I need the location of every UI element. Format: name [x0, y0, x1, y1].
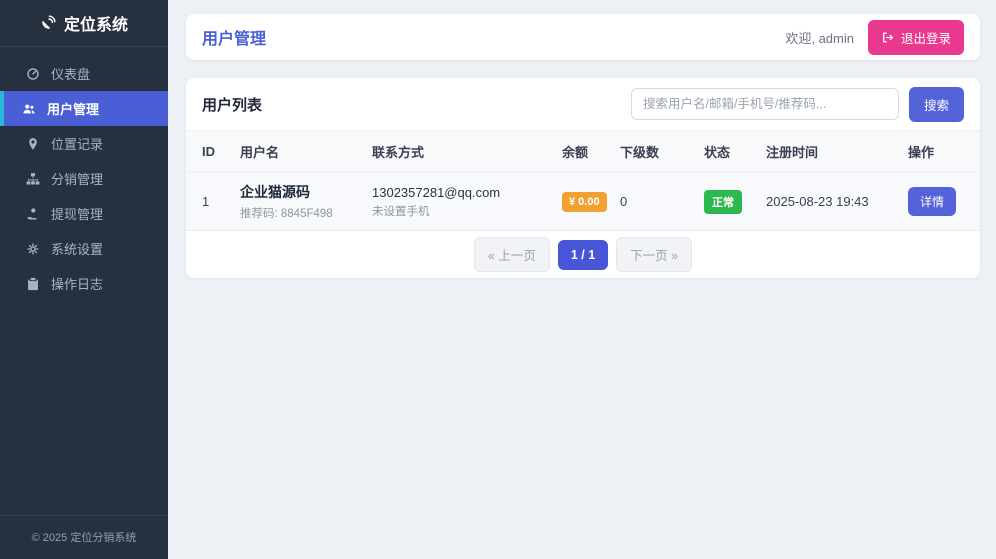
cell-username: 企业猫源码 推荐码: 8845F498: [240, 173, 372, 231]
username-text: 企业猫源码: [240, 184, 310, 200]
users-icon: [23, 104, 35, 113]
user-list-panel: 用户列表 搜索 ID 用户名 联系方式 余额 下级数 状态 注: [186, 78, 980, 278]
app-title: 定位系统: [63, 17, 128, 34]
cell-balance: ¥ 0.00: [562, 173, 620, 231]
prev-page-button[interactable]: « 上一页: [473, 237, 550, 272]
sidebar-item-label: 操作日志: [51, 277, 104, 292]
col-status: 状态: [704, 131, 766, 173]
cell-subordinates: 0: [620, 194, 628, 209]
cell-status: 正常: [704, 173, 766, 231]
sidebar-item-label: 系统设置: [51, 242, 104, 257]
col-contact: 联系方式: [372, 131, 562, 173]
page-title: 用户管理: [202, 31, 267, 48]
col-id: ID: [186, 131, 240, 173]
col-registered: 注册时间: [766, 131, 908, 173]
col-actions: 操作: [908, 131, 980, 173]
next-page-button[interactable]: 下一页 »: [616, 237, 693, 272]
col-subordinates: 下级数: [620, 131, 704, 173]
cell-id: 1: [202, 194, 210, 209]
pagination: « 上一页 1 / 1 下一页 »: [186, 231, 980, 278]
sidebar-menu: 仪表盘 用户管理 位置记录 分销管理 提现管理 系统设置 操作日志: [0, 47, 168, 515]
sign-out-icon: [883, 32, 894, 42]
search-group: 搜索: [630, 86, 964, 122]
cell-contact: 1302357281@qq.com 未设置手机: [372, 173, 562, 231]
user-table: ID 用户名 联系方式 余额 下级数 状态 注册时间 操作 1 企业猫源码 推荐…: [186, 131, 980, 231]
copyright: © 2025 定位分销系统: [0, 515, 168, 559]
balance-badge: ¥ 0.00: [562, 191, 607, 212]
cell-registered: 2025-08-23 19:43: [766, 194, 869, 209]
col-balance: 余额: [562, 131, 620, 173]
sidebar-item-label: 用户管理: [47, 102, 100, 117]
sidebar-item-label: 提现管理: [51, 207, 104, 222]
sidebar-item-dashboard[interactable]: 仪表盘: [0, 56, 168, 91]
cell-actions: 详情: [908, 173, 980, 231]
table-row: 1 企业猫源码 推荐码: 8845F498 1302357281@qq.com …: [186, 172, 980, 231]
search-input[interactable]: [630, 88, 899, 120]
header-right: 欢迎, admin 退出登录: [785, 19, 964, 55]
map-marker-icon: [29, 137, 37, 150]
table-header-row: ID 用户名 联系方式 余额 下级数 状态 注册时间 操作: [186, 131, 980, 173]
sidebar-item-locations[interactable]: 位置记录: [0, 126, 168, 161]
log-icon: [28, 277, 38, 290]
sidebar-item-users[interactable]: 用户管理: [0, 91, 168, 126]
sidebar-item-logs[interactable]: 操作日志: [0, 266, 168, 301]
referral-code-text: 推荐码: 8845F498: [240, 208, 333, 220]
email-text: 1302357281@qq.com: [372, 184, 501, 200]
welcome-text: 欢迎, admin: [785, 30, 854, 46]
details-button[interactable]: 详情: [908, 187, 957, 216]
settings-icon: [27, 242, 39, 255]
sidebar-item-settings[interactable]: 系统设置: [0, 231, 168, 266]
dashboard-icon: [27, 67, 39, 80]
withdraw-icon: [27, 207, 37, 219]
panel-header: 用户列表 搜索: [186, 78, 980, 131]
logout-button[interactable]: 退出登录: [867, 19, 964, 55]
col-username: 用户名: [240, 131, 372, 173]
app-logo: 定位系统: [0, 0, 168, 47]
sidebar-item-withdrawals[interactable]: 提现管理: [0, 196, 168, 231]
sidebar-item-label: 位置记录: [51, 137, 104, 152]
sidebar-item-distribution[interactable]: 分销管理: [0, 161, 168, 196]
sidebar-item-label: 仪表盘: [51, 67, 91, 82]
sidebar-item-label: 分销管理: [51, 172, 104, 187]
sidebar: 定位系统 仪表盘 用户管理 位置记录 分销管理 提现管理 系统设置 操作日志 ©…: [0, 0, 168, 559]
status-badge: 正常: [704, 189, 742, 214]
search-button[interactable]: 搜索: [908, 86, 964, 122]
current-page-indicator[interactable]: 1 / 1: [557, 239, 609, 270]
logout-label: 退出登录: [900, 31, 951, 46]
satellite-dish-icon: [42, 15, 56, 29]
panel-title: 用户列表: [202, 96, 263, 114]
main-area: 用户管理 欢迎, admin 退出登录 用户列表 搜索用户名/邮箱/手机号/推荐…: [168, 0, 996, 559]
page-header: 用户管理 欢迎, admin 退出登录: [186, 14, 980, 60]
phone-text: 未设置手机: [372, 205, 430, 218]
sitemap-icon: [26, 172, 40, 185]
